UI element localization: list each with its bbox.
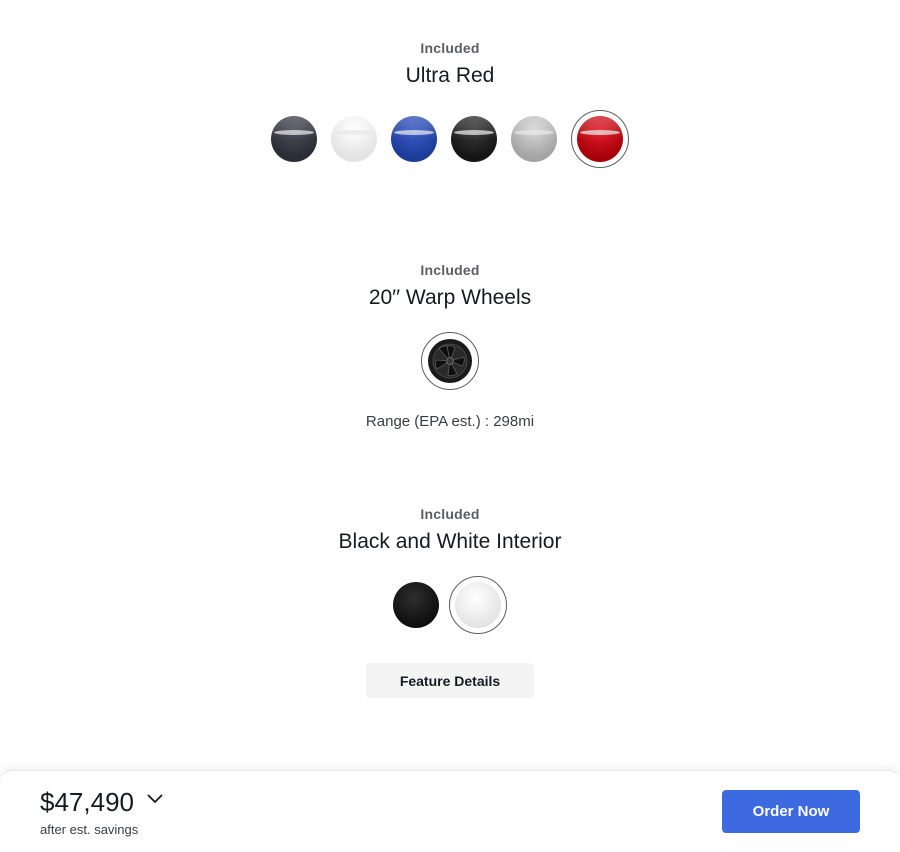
warp-wheel-option[interactable] [421, 332, 479, 390]
black-interior-swatch[interactable] [393, 582, 439, 628]
paint-section: Included Ultra Red [0, 40, 900, 88]
wheel-option-row [0, 332, 900, 390]
white-interior-swatch[interactable] [455, 582, 501, 628]
solid-black-swatch[interactable] [451, 116, 497, 162]
ultra-red-swatch[interactable] [577, 116, 623, 162]
white-interior-swatch-selected-ring[interactable] [449, 576, 507, 634]
deep-blue-swatch[interactable] [391, 116, 437, 162]
pearl-white-swatch[interactable] [331, 116, 377, 162]
interior-section: Included Black and White Interior [0, 506, 900, 554]
paint-swatch-row [0, 110, 900, 168]
ultra-red-swatch-selected-ring[interactable] [571, 110, 629, 168]
wheels-section: Included 20′′ Warp Wheels [0, 262, 900, 310]
paint-title: Ultra Red [405, 64, 495, 87]
total-price: $47,490 [40, 787, 134, 817]
wheels-included-label: Included [420, 262, 480, 278]
price-footer: $47,490 after est. savings Order Now [0, 770, 900, 852]
interior-included-label: Included [420, 506, 480, 522]
paint-included-label: Included [420, 40, 480, 56]
feature-details-button[interactable]: Feature Details [366, 663, 534, 698]
range-estimate: Range (EPA est.) : 298mi [365, 413, 535, 430]
wheel-icon [428, 339, 472, 383]
midnight-silver-swatch[interactable] [271, 116, 317, 162]
interior-swatch-row [0, 576, 900, 634]
wheels-title: 20′′ Warp Wheels [368, 286, 532, 309]
interior-title: Black and White Interior [338, 530, 562, 553]
savings-note: after est. savings [40, 822, 139, 837]
chevron-down-icon[interactable] [146, 793, 164, 805]
order-now-button[interactable]: Order Now [722, 790, 860, 833]
quicksilver-swatch[interactable] [511, 116, 557, 162]
